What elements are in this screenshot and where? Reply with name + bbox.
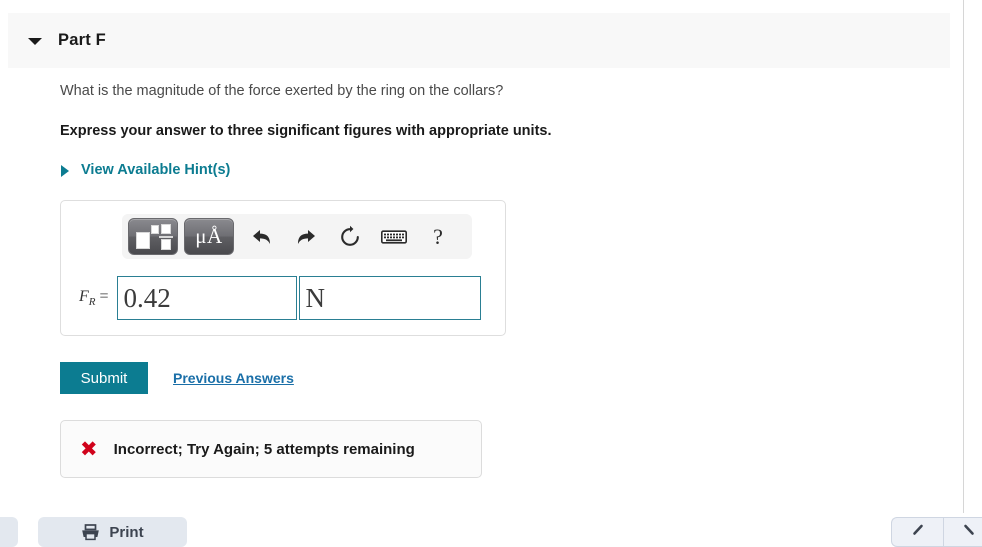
previous-answers-link[interactable]: Previous Answers [173, 370, 294, 386]
refresh-circle-icon [341, 225, 359, 246]
question-content: What is the magnitude of the force exert… [60, 82, 940, 479]
feedback-banner: ✖ Incorrect; Try Again; 5 attempts remai… [60, 420, 482, 479]
print-label: Print [109, 523, 144, 541]
view-hints-link[interactable]: View Available Hint(s) [60, 162, 230, 178]
triangle-down-icon[interactable] [27, 33, 43, 49]
question-mark-icon: ? [433, 223, 443, 249]
math-toolbar: μÅ ? [122, 214, 472, 260]
equals-sign: = [95, 288, 109, 306]
math-template-button[interactable] [128, 218, 178, 256]
redo-arrow-icon [298, 229, 315, 244]
redo-button[interactable] [284, 219, 328, 255]
math-template-icon [136, 223, 173, 250]
keyboard-button[interactable] [372, 219, 416, 255]
panel-divider [963, 0, 964, 513]
answer-unit-text: N [305, 282, 326, 313]
variable-label: FR = [79, 288, 109, 308]
page-title: Part F [58, 31, 106, 49]
help-button[interactable]: ? [416, 219, 460, 255]
submit-row: Submit Previous Answers [60, 362, 940, 395]
question-prompt: What is the magnitude of the force exert… [60, 83, 504, 99]
bottom-toolbar: Print [0, 513, 982, 547]
feedback-message: Incorrect; Try Again; 5 attempts remaini… [113, 440, 415, 458]
red-x-icon: ✖ [80, 436, 98, 461]
answer-box: μÅ ? FR = 0.42 N [60, 200, 506, 337]
variable-name: F [79, 288, 89, 306]
reset-button[interactable] [328, 219, 372, 255]
answer-input-row: FR = 0.42 N [61, 276, 505, 321]
keyboard-icon [381, 230, 407, 244]
bottom-left-button[interactable] [0, 517, 18, 547]
submit-button[interactable]: Submit [60, 362, 148, 395]
answer-value-text: 0.42 [123, 282, 171, 313]
undo-button[interactable] [240, 219, 284, 255]
chevron-left-icon [912, 524, 923, 535]
part-header[interactable]: Part F [8, 13, 950, 68]
variable-subscript: R [88, 296, 96, 309]
triangle-right-icon [60, 163, 72, 178]
view-hints-label: View Available Hint(s) [81, 162, 231, 179]
print-button[interactable]: Print [38, 517, 187, 547]
printer-icon [82, 523, 100, 540]
micro-angstrom-icon: μÅ [195, 224, 223, 249]
units-button[interactable]: μÅ [184, 218, 234, 256]
chevron-right-icon [964, 524, 974, 535]
answer-value-input[interactable]: 0.42 [116, 276, 297, 321]
answer-unit-input[interactable]: N [298, 276, 481, 321]
undo-arrow-icon [253, 229, 270, 244]
next-page-button[interactable] [943, 517, 982, 547]
previous-page-button[interactable] [891, 517, 943, 547]
question-instruction: Express your answer to three significant… [60, 122, 552, 139]
